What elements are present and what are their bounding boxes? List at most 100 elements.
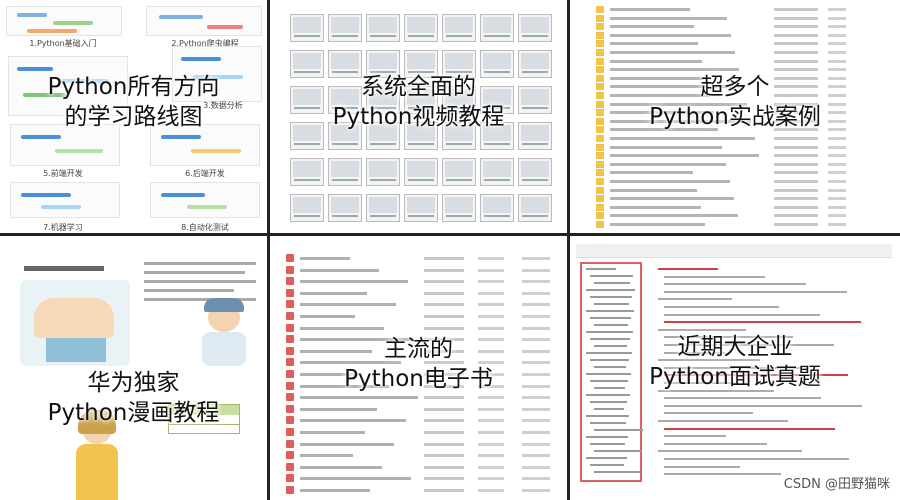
video-thumbnail: [290, 194, 324, 222]
mindmap-label: 1.Python基础入门: [29, 39, 97, 48]
document-line: [664, 275, 765, 278]
caption-line: 主流的: [384, 336, 453, 362]
caption-line: Python视频教程: [332, 104, 505, 130]
caption-line: 近期大企业: [677, 334, 793, 360]
caption-line: Python漫画教程: [47, 400, 220, 426]
caption-line: 超多个: [700, 74, 770, 100]
file-tree-line: [590, 443, 625, 445]
file-tree-line: [586, 310, 634, 312]
document-line: [664, 313, 820, 316]
file-tree-line: [590, 317, 631, 319]
video-thumbnail: [404, 158, 438, 186]
document-line: [664, 283, 806, 286]
watermark: CSDN @田野猫咪: [783, 477, 890, 492]
document-line: [664, 442, 767, 445]
file-tree-line: [594, 303, 629, 305]
caption-line: Python所有方向: [47, 74, 220, 100]
video-thumbnail: [480, 194, 514, 222]
file-tree-line: [590, 401, 627, 403]
document-line: [664, 435, 726, 438]
video-thumbnail: [518, 158, 552, 186]
panel-caption: 近期大企业 Python面试真题: [570, 332, 900, 392]
mindmap-label: 7.机器学习: [43, 223, 83, 232]
video-thumbnail: [290, 14, 324, 42]
video-thumbnail: [366, 158, 400, 186]
panel-comic-tutorial: 华为独家 Python漫画教程: [0, 236, 270, 500]
caption-line: 华为独家: [87, 370, 180, 396]
panel-practical-cases: 超多个 Python实战案例: [570, 0, 900, 236]
file-tree-line: [586, 289, 635, 291]
video-thumbnail: [480, 14, 514, 42]
file-tree-line: [586, 394, 630, 396]
video-thumbnail: [518, 14, 552, 42]
caption-line: 的学习路线图: [64, 104, 203, 130]
video-thumbnail: [366, 14, 400, 42]
document-line: [664, 458, 849, 460]
mindmap-label: 8.自动化测试: [181, 223, 229, 232]
video-thumbnail: [518, 194, 552, 222]
document-line: [664, 306, 779, 308]
document-line: [664, 321, 861, 324]
document-line: [664, 465, 740, 468]
file-tree-line: [586, 436, 628, 438]
panel-video-tutorials: 系统全面的 Python视频教程: [270, 0, 570, 236]
file-tree-line: [590, 464, 624, 466]
file-tree-line: [594, 408, 624, 410]
mindmap-thumbnail: [10, 182, 120, 218]
file-tree-line: [590, 422, 626, 424]
video-thumbnail: [442, 194, 476, 222]
video-thumbnail: [480, 158, 514, 186]
document-line: [664, 427, 835, 430]
file-tree-line: [594, 429, 643, 431]
caption-line: Python实战案例: [649, 104, 821, 130]
collage-grid: 1.Python基础入门 2.Python爬虫编程 3.数据分析 5.前端开发 …: [0, 0, 900, 500]
comic-heading-line: [24, 266, 104, 271]
file-tree-line: [594, 450, 642, 452]
document-line: [658, 268, 718, 270]
document-line: [664, 473, 781, 476]
panel-caption: 系统全面的 Python视频教程: [270, 72, 567, 132]
file-tree-line: [590, 296, 632, 298]
panel-caption: 超多个 Python实战案例: [570, 72, 900, 132]
comic-character-man: [196, 298, 250, 368]
video-thumbnail: [404, 194, 438, 222]
panel-caption: 华为独家 Python漫画教程: [0, 368, 267, 428]
document-line: [658, 450, 802, 453]
mindmap-thumbnail: [6, 6, 122, 36]
video-thumbnail: [328, 14, 362, 42]
file-tree-line: [594, 471, 641, 473]
caption-line: Python面试真题: [649, 364, 821, 390]
panel-caption: Python所有方向 的学习路线图: [0, 72, 267, 132]
document-line: [658, 420, 788, 422]
file-tree-line: [594, 282, 630, 284]
panel-roadmap: 1.Python基础入门 2.Python爬虫编程 3.数据分析 5.前端开发 …: [0, 0, 270, 236]
video-thumbnail: [366, 194, 400, 222]
file-tree-line: [586, 415, 629, 417]
file-tree-line: [586, 268, 616, 270]
document-line: [664, 397, 821, 400]
file-tree-line: [586, 457, 627, 459]
caption-line: Python电子书: [344, 366, 493, 392]
comic-scene-illustration: [20, 280, 130, 366]
panel-interview-questions: 近期大企业 Python面试真题 CSDN @田野猫咪: [570, 236, 900, 500]
document-line: [658, 328, 746, 331]
panel-ebooks: 主流的 Python电子书: [270, 236, 570, 500]
file-tree-line: [594, 324, 628, 326]
caption-line: 系统全面的: [361, 74, 476, 100]
video-thumbnail: [328, 194, 362, 222]
editor-toolbar: [576, 244, 892, 258]
video-thumbnail: [442, 14, 476, 42]
mindmap-thumbnail: [150, 182, 260, 218]
document-line: [664, 404, 862, 407]
document-line: [658, 298, 732, 301]
video-thumbnail: [404, 14, 438, 42]
mindmap-label: 5.前端开发: [43, 169, 83, 178]
mindmap-thumbnail: [146, 6, 262, 36]
video-thumbnail: [290, 158, 324, 186]
mindmap-label: 6.后端开发: [185, 169, 225, 178]
document-line: [664, 290, 847, 293]
document-line: [664, 412, 753, 415]
panel-caption: 主流的 Python电子书: [270, 334, 567, 394]
video-thumbnail: [442, 158, 476, 186]
file-tree-line: [590, 275, 633, 277]
